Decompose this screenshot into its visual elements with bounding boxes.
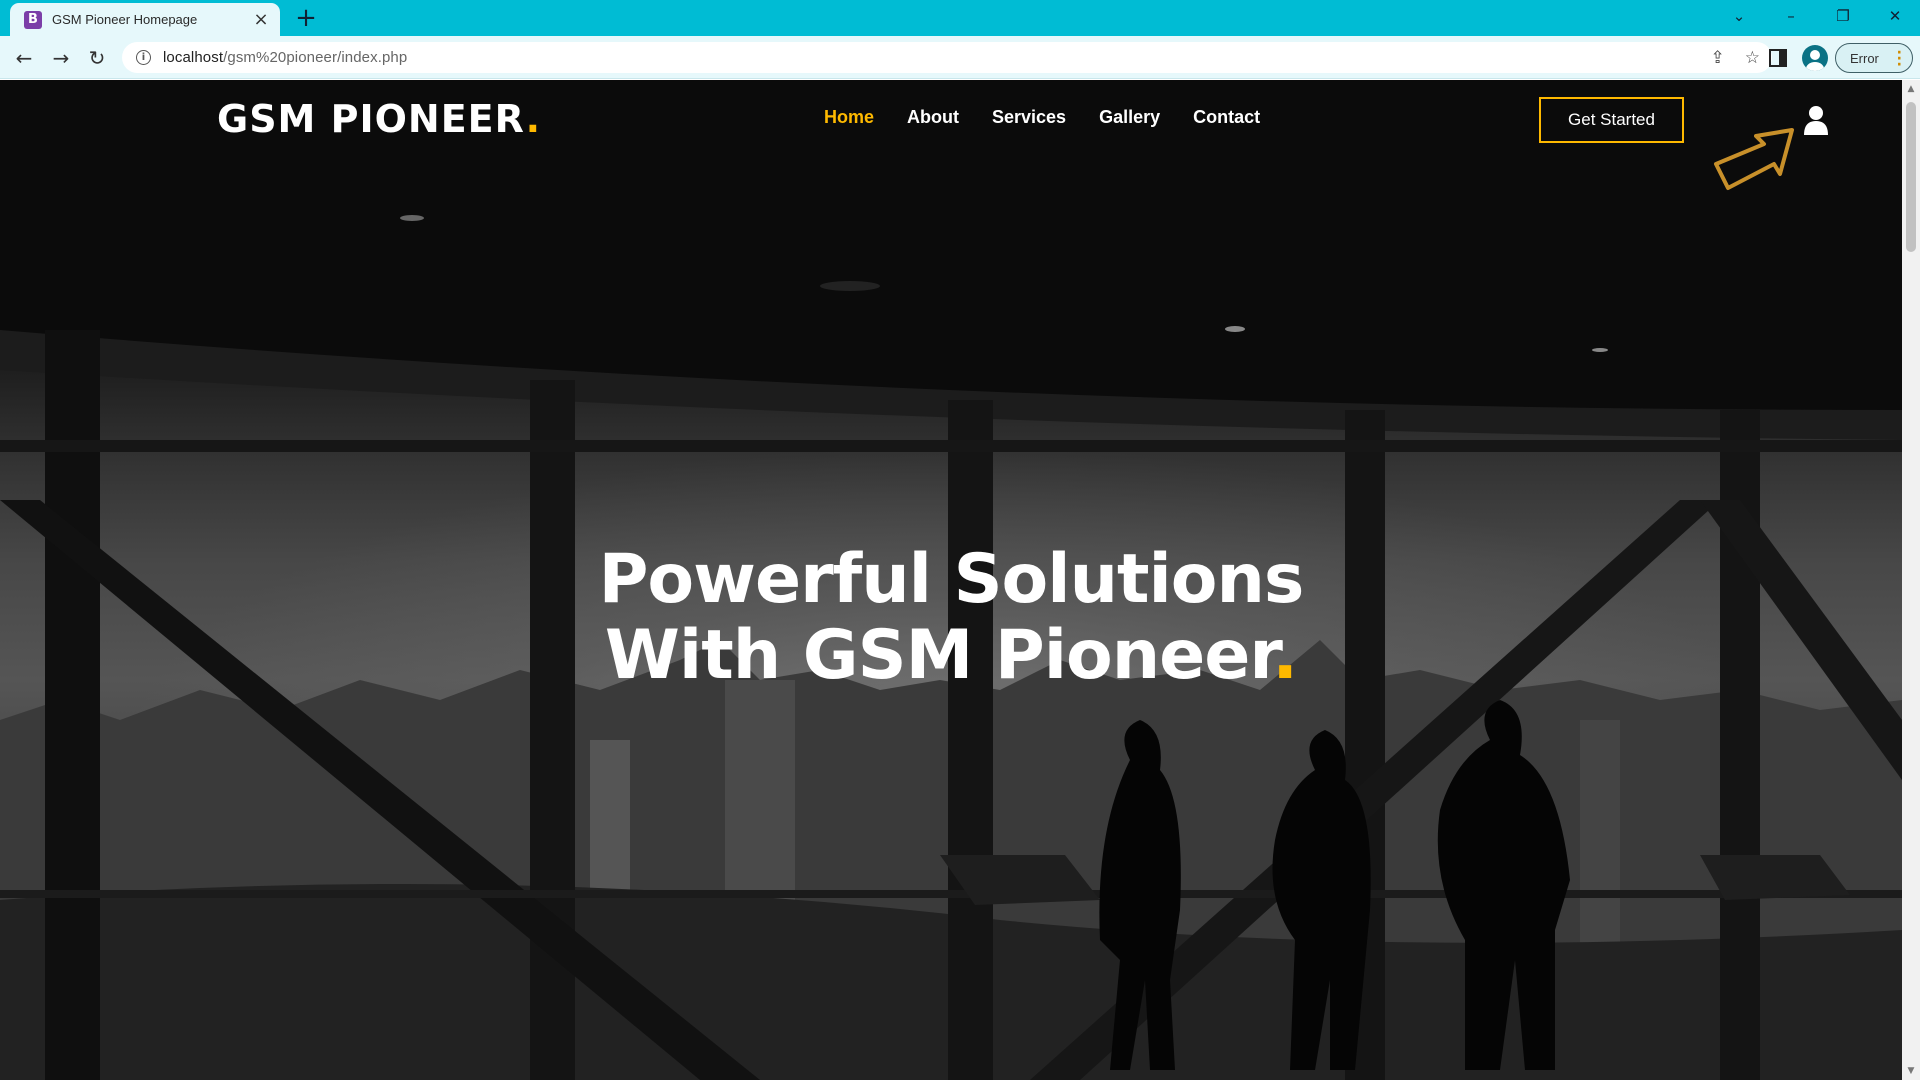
browser-tab-strip: B GSM Pioneer Homepage × + ⌄ – ❐ ✕: [0, 0, 1920, 36]
nav-link-contact[interactable]: Contact: [1193, 107, 1260, 128]
logo-text: GSM PIONEER: [217, 97, 526, 141]
forward-arrow-icon[interactable]: →: [47, 44, 75, 72]
new-tab-button[interactable]: +: [292, 3, 320, 33]
reload-icon[interactable]: ↻: [83, 44, 111, 72]
scroll-up-arrow-icon[interactable]: ▲: [1906, 84, 1916, 94]
hero-title: Powerful Solutions With GSM Pioneer.: [0, 542, 1902, 694]
share-icon[interactable]: ⇪: [1711, 48, 1725, 68]
nav-link-gallery[interactable]: Gallery: [1099, 107, 1160, 128]
url-path: /gsm%20pioneer/index.php: [223, 49, 408, 66]
hero-title-dot: .: [1272, 616, 1298, 695]
logo-dot: .: [525, 97, 542, 141]
browser-tab[interactable]: B GSM Pioneer Homepage ×: [10, 3, 280, 36]
profile-avatar-icon[interactable]: [1802, 45, 1828, 71]
main-nav: Home About Services Gallery Contact: [824, 107, 1260, 128]
nav-link-home[interactable]: Home: [824, 107, 874, 128]
address-bar[interactable]: i localhost/gsm%20pioneer/index.php ⇪ ☆: [122, 42, 1772, 73]
hero-title-line1: Powerful Solutions: [598, 540, 1305, 619]
tab-close-icon[interactable]: ×: [252, 9, 270, 30]
address-toolbar: ← → ↻ i localhost/gsm%20pioneer/index.ph…: [0, 36, 1920, 79]
nav-link-services[interactable]: Services: [992, 107, 1066, 128]
close-window-button[interactable]: ✕: [1870, 0, 1920, 32]
nav-link-about[interactable]: About: [907, 107, 959, 128]
side-panel-icon[interactable]: [1767, 47, 1789, 69]
tab-search-icon[interactable]: ⌄: [1714, 0, 1764, 32]
minimize-button[interactable]: –: [1766, 0, 1816, 32]
url-text[interactable]: localhost/gsm%20pioneer/index.php: [163, 49, 407, 66]
url-host: localhost: [163, 49, 224, 66]
hero-title-line2: With GSM Pioneer: [604, 616, 1273, 695]
scroll-down-arrow-icon[interactable]: ▼: [1906, 1066, 1916, 1076]
page-viewport: GSM PIONEER. Home About Services Gallery…: [0, 80, 1902, 1080]
site-logo[interactable]: GSM PIONEER.: [217, 97, 541, 141]
page-scrollbar[interactable]: ▲ ▼: [1902, 80, 1920, 1080]
pointer-arrow-icon: [1714, 128, 1794, 190]
get-started-button[interactable]: Get Started: [1539, 97, 1684, 143]
profile-error-label: Error: [1850, 50, 1879, 66]
tab-title: GSM Pioneer Homepage: [52, 12, 198, 27]
user-icon[interactable]: [1802, 104, 1830, 136]
site-header: GSM PIONEER. Home About Services Gallery…: [0, 80, 1902, 190]
scrollbar-thumb[interactable]: [1906, 102, 1916, 252]
menu-dots-icon[interactable]: · · ·: [1897, 46, 1902, 72]
back-arrow-icon[interactable]: ←: [10, 44, 38, 72]
restore-button[interactable]: ❐: [1818, 0, 1868, 32]
site-info-icon[interactable]: i: [136, 50, 151, 65]
profile-error-chip[interactable]: Error · · ·: [1835, 43, 1913, 73]
site-favicon-icon: B: [24, 10, 42, 29]
bookmark-star-icon[interactable]: ☆: [1745, 48, 1760, 68]
